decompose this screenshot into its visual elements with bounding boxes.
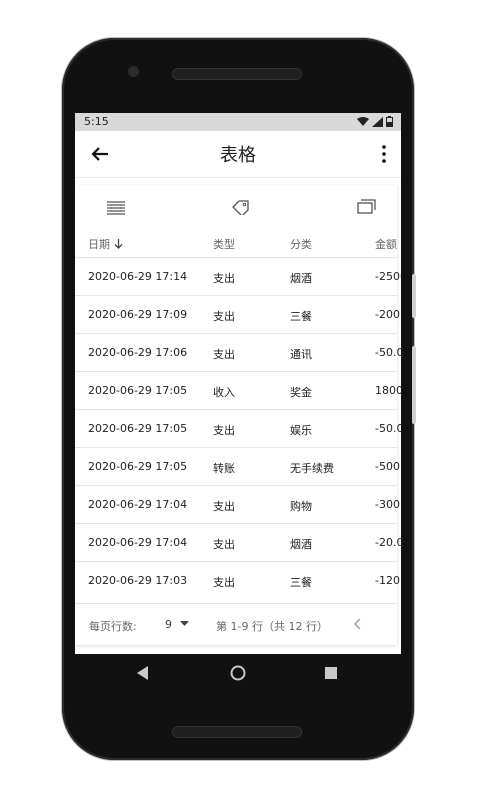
nav-recent-icon[interactable] xyxy=(325,667,337,679)
cell-amount: -300. xyxy=(375,498,401,511)
table-row[interactable]: 2020-06-29 17:06 支出 通讯 -50.0 xyxy=(75,333,401,372)
cell-type: 支出 xyxy=(213,500,235,513)
dropdown-arrow-icon xyxy=(179,621,189,626)
cell-type: 支出 xyxy=(213,576,235,589)
cell-type: 支出 xyxy=(213,538,235,551)
status-bar: 5:15 xyxy=(75,113,401,131)
cell-category: 无手续费 xyxy=(290,462,334,475)
cell-date: 2020-06-29 17:05 xyxy=(88,460,188,473)
column-header-category[interactable]: 分类 xyxy=(290,236,312,252)
cell-amount: -500 xyxy=(375,460,400,473)
cell-date: 2020-06-29 17:14 xyxy=(88,270,188,283)
volume-button xyxy=(412,274,416,318)
power-button xyxy=(412,346,416,424)
battery-icon xyxy=(386,116,393,127)
data-table-card: 日期 类型 分类 金额 2020-06-29 17:14 支出 烟酒 -2500… xyxy=(75,185,401,646)
view-tabs xyxy=(75,185,397,229)
cell-amount: -50.0 xyxy=(375,346,401,359)
table-header: 日期 类型 分类 金额 xyxy=(75,233,397,255)
table-row[interactable]: 2020-06-29 17:04 支出 购物 -300. xyxy=(75,485,401,524)
signal-icon xyxy=(372,116,383,127)
wifi-icon xyxy=(357,116,369,126)
list-view-icon[interactable] xyxy=(106,199,126,215)
page-range-text: 第 1-9 行（共 12 行） xyxy=(216,620,328,633)
table-row[interactable]: 2020-06-29 17:03 支出 三餐 -120. xyxy=(75,561,401,600)
speaker-bottom xyxy=(172,726,302,738)
cell-type: 支出 xyxy=(213,272,235,285)
cell-type: 支出 xyxy=(213,348,235,361)
tag-icon[interactable] xyxy=(231,199,251,215)
cell-category: 通讯 xyxy=(290,348,312,361)
cell-amount: -20.0 xyxy=(375,536,401,549)
cell-amount: -200. xyxy=(375,308,401,321)
cell-type: 支出 xyxy=(213,424,235,437)
cell-category: 烟酒 xyxy=(290,538,312,551)
cell-category: 购物 xyxy=(290,500,312,513)
cards-icon[interactable] xyxy=(357,199,377,215)
cell-amount: -120. xyxy=(375,574,401,587)
cell-type: 收入 xyxy=(213,386,235,399)
cell-category: 奖金 xyxy=(290,386,312,399)
arrow-down-icon xyxy=(114,239,122,249)
more-vert-icon[interactable] xyxy=(379,143,389,165)
cell-category: 烟酒 xyxy=(290,272,312,285)
table-row[interactable]: 2020-06-29 17:05 支出 娱乐 -50.0 xyxy=(75,409,401,448)
column-header-amount[interactable]: 金额 xyxy=(375,236,397,252)
chevron-left-icon[interactable] xyxy=(354,618,362,630)
rows-per-page-select[interactable]: 9 xyxy=(165,618,189,631)
speaker-top xyxy=(172,68,302,80)
column-header-type[interactable]: 类型 xyxy=(213,236,235,252)
status-time: 5:15 xyxy=(84,115,109,128)
cell-date: 2020-06-29 17:06 xyxy=(88,346,188,359)
page-title: 表格 xyxy=(220,145,256,166)
nav-home-icon[interactable] xyxy=(230,665,246,681)
cell-amount: 1800 xyxy=(375,384,401,397)
app-bar: 表格 xyxy=(75,131,401,178)
cell-type: 支出 xyxy=(213,310,235,323)
nav-back-icon[interactable] xyxy=(137,666,149,680)
table-row[interactable]: 2020-06-29 17:14 支出 烟酒 -2500 xyxy=(75,257,401,296)
cell-category: 三餐 xyxy=(290,310,312,323)
cell-date: 2020-06-29 17:05 xyxy=(88,384,188,397)
system-nav-bar xyxy=(75,654,401,694)
table-row[interactable]: 2020-06-29 17:09 支出 三餐 -200. xyxy=(75,295,401,334)
cell-category: 三餐 xyxy=(290,576,312,589)
column-header-date[interactable]: 日期 xyxy=(88,236,123,252)
cell-date: 2020-06-29 17:09 xyxy=(88,308,188,321)
front-camera xyxy=(128,66,139,77)
cell-date: 2020-06-29 17:04 xyxy=(88,498,188,511)
pagination-bar: 每页行数: 9 第 1-9 行（共 12 行） xyxy=(75,603,397,646)
table-row[interactable]: 2020-06-29 17:05 转账 无手续费 -500 xyxy=(75,447,400,486)
table-row[interactable]: 2020-06-29 17:04 支出 烟酒 -20.0 xyxy=(75,523,401,562)
cell-date: 2020-06-29 17:04 xyxy=(88,536,188,549)
cell-amount: -2500 xyxy=(375,270,401,283)
cell-type: 转账 xyxy=(213,462,235,475)
rows-per-page-label: 每页行数: xyxy=(89,620,137,633)
table-row[interactable]: 2020-06-29 17:05 收入 奖金 1800 xyxy=(75,371,401,410)
cell-amount: -50.0 xyxy=(375,422,401,435)
screen: 5:15 表格 日期 类型 分类 金额 2020-06-29 17:14 支出 … xyxy=(75,113,401,654)
cell-date: 2020-06-29 17:05 xyxy=(88,422,188,435)
cell-category: 娱乐 xyxy=(290,424,312,437)
cell-date: 2020-06-29 17:03 xyxy=(88,574,188,587)
